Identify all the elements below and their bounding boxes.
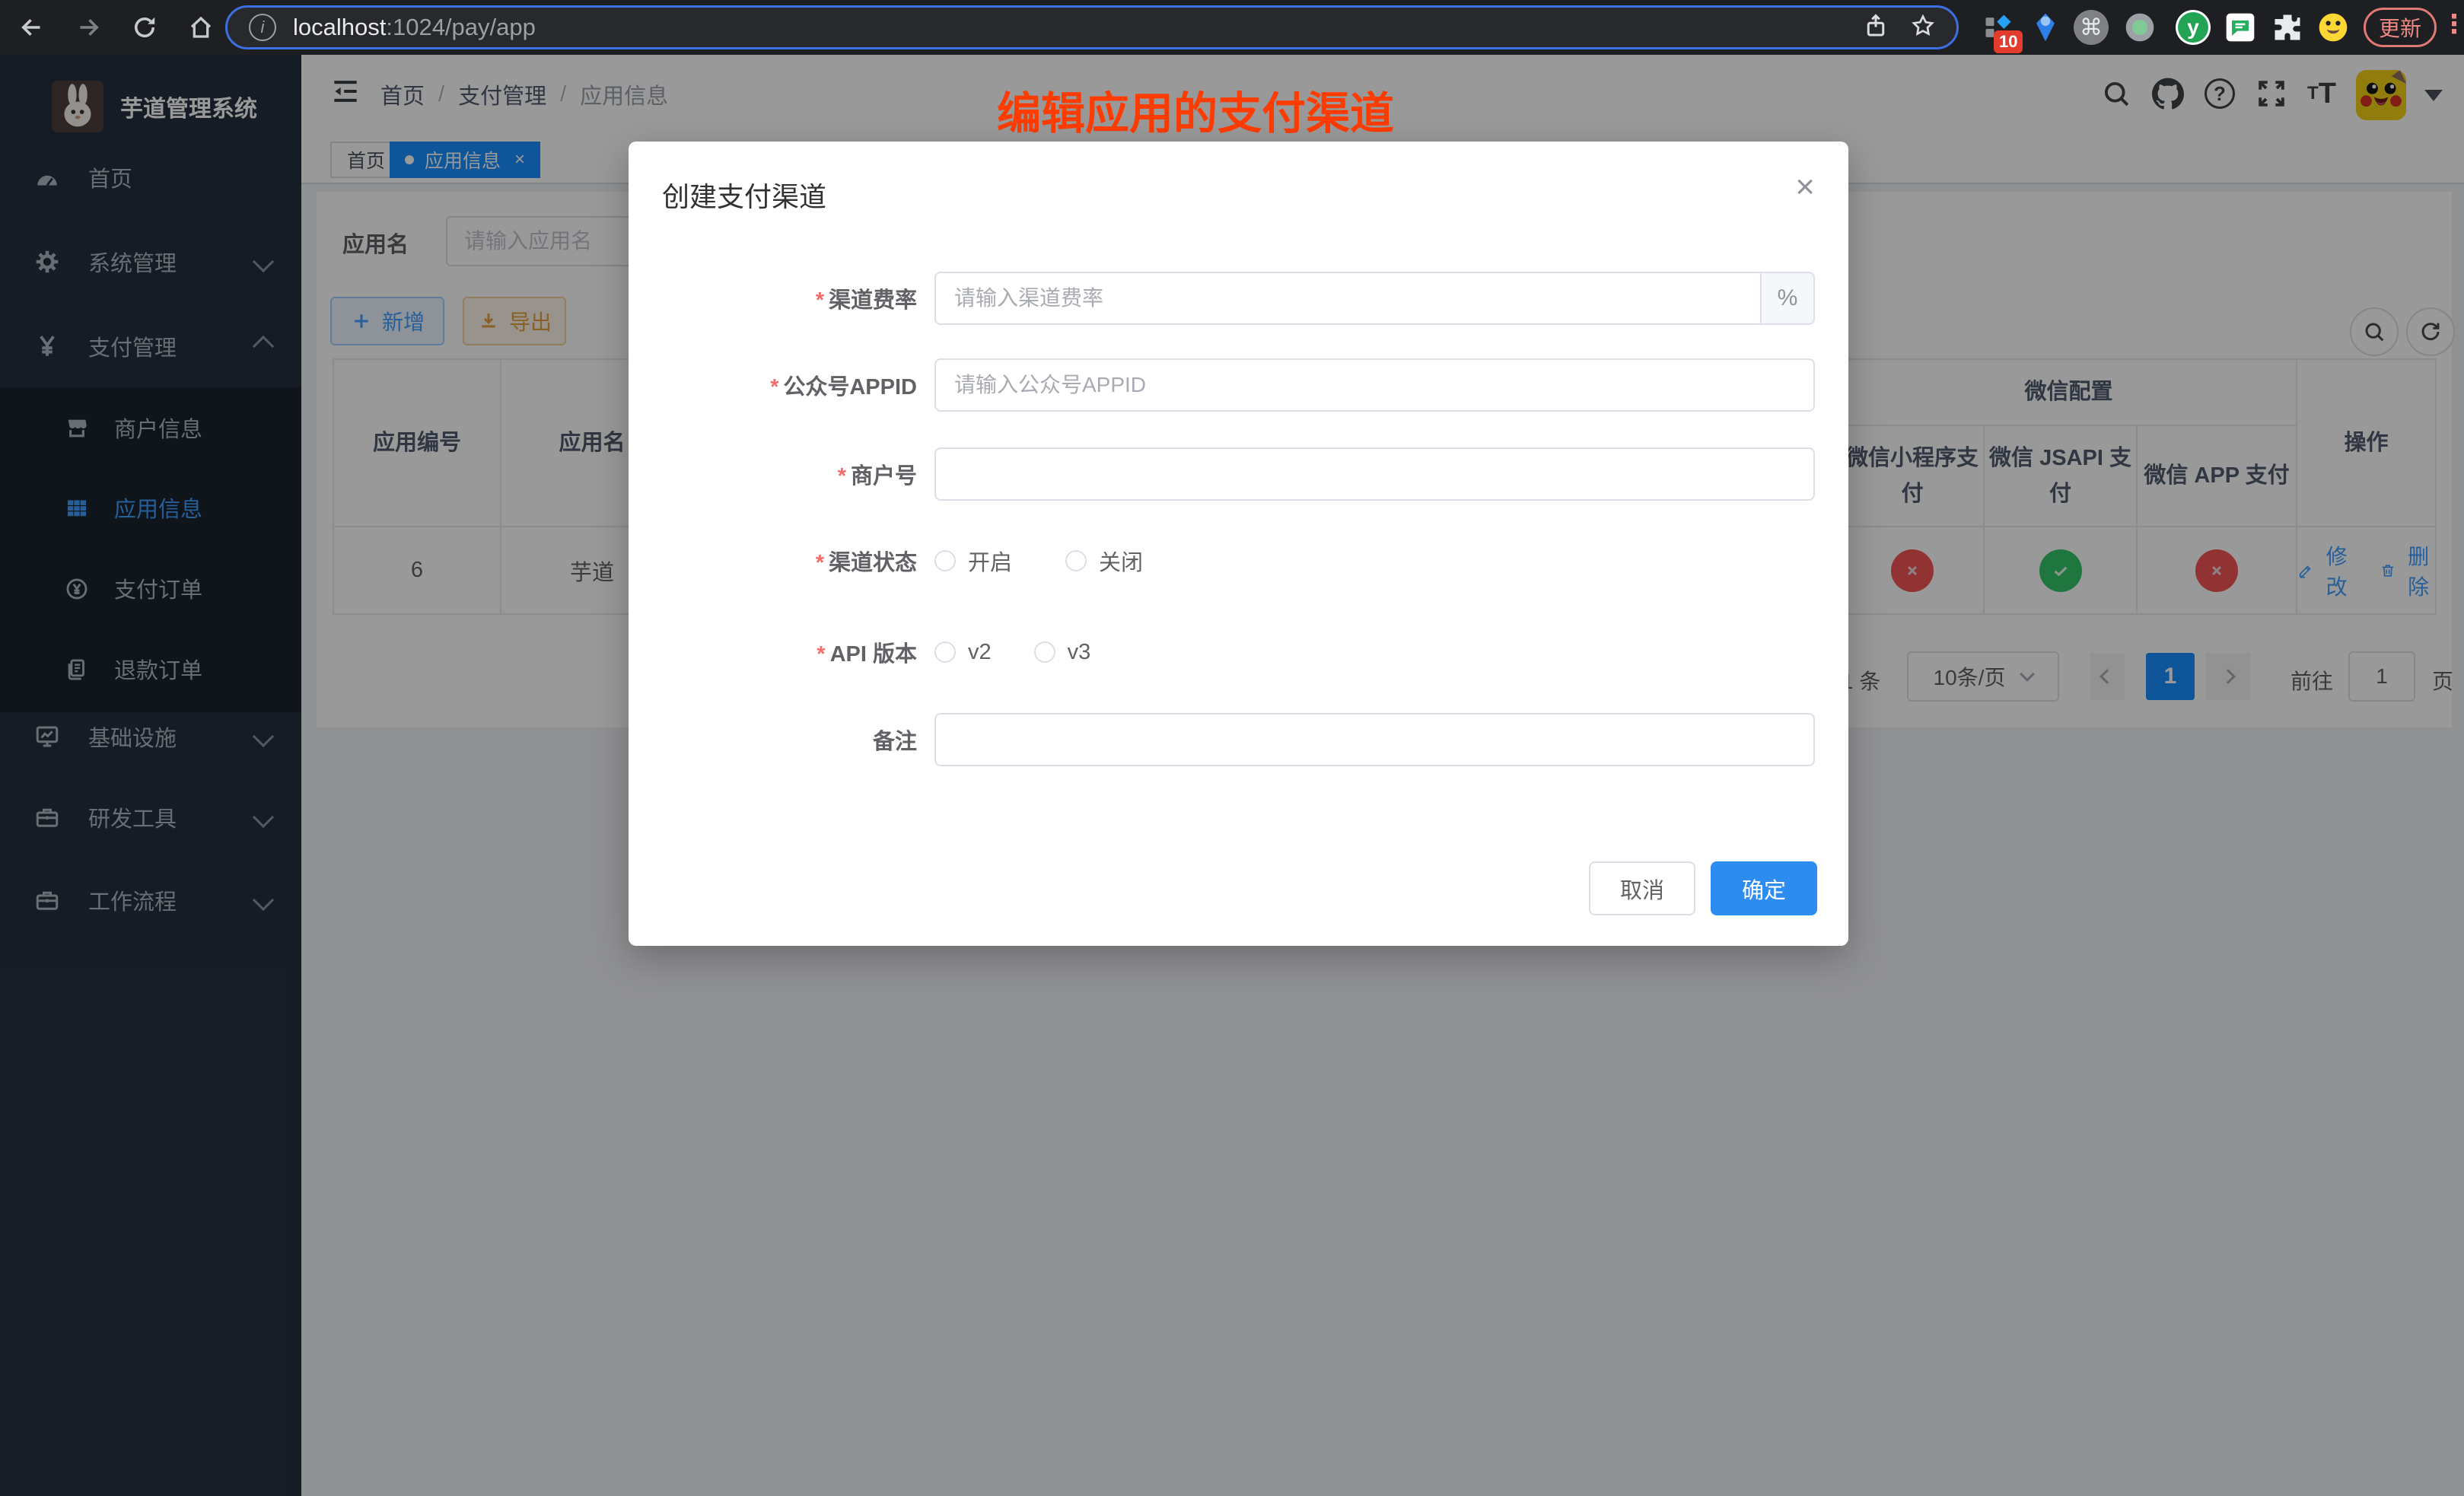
radio-api-v2[interactable]: v2 <box>934 640 992 665</box>
extension-chat-icon[interactable] <box>2220 8 2260 47</box>
browser-chrome: i localhost:1024/pay/app 10 ⌘ y <box>0 0 2464 55</box>
url-text: localhost:1024/pay/app <box>293 14 536 41</box>
radio-icon <box>934 550 956 571</box>
radio-icon <box>1034 641 1055 663</box>
extension-tasks-icon[interactable]: 10 <box>1979 8 2018 47</box>
form-row-rate: *渠道费率 % <box>662 272 1815 325</box>
annotation-text: 编辑应用的支付渠道 <box>997 78 1394 142</box>
extension-emoji-avatar-icon[interactable] <box>2313 8 2353 47</box>
browser-forward-icon[interactable] <box>67 6 110 49</box>
bookmark-star-icon[interactable] <box>1909 12 1937 43</box>
browser-update-button[interactable]: 更新 <box>2364 8 2437 47</box>
form-row-api-version: *API 版本 v2 v3 <box>662 625 1815 679</box>
dialog-title: 创建支付渠道 <box>662 175 826 215</box>
browser-menu-icon[interactable]: ⋮ <box>2441 9 2464 40</box>
radio-icon <box>1065 550 1087 571</box>
radio-api-v3[interactable]: v3 <box>1034 640 1091 665</box>
cancel-button[interactable]: 取消 <box>1589 861 1695 915</box>
form-row-remark: 备注 <box>662 713 1815 766</box>
confirm-button[interactable]: 确定 <box>1711 861 1817 915</box>
form-row-status: *渠道状态 开启 关闭 <box>662 534 1815 587</box>
create-pay-channel-dialog: 创建支付渠道 × *渠道费率 % *公众号APPID *商户号 *渠道状态 <box>629 142 1848 946</box>
browser-reload-icon[interactable] <box>123 6 166 49</box>
extension-record-icon[interactable] <box>2120 8 2160 47</box>
extension-badge: 10 <box>1994 30 2023 53</box>
browser-back-icon[interactable] <box>11 6 53 49</box>
extension-command-icon[interactable]: ⌘ <box>2071 8 2111 47</box>
radio-status-closed[interactable]: 关闭 <box>1065 545 1143 577</box>
url-bar[interactable]: i localhost:1024/pay/app <box>225 5 1959 49</box>
browser-home-icon[interactable] <box>180 6 222 49</box>
extension-puzzle-icon[interactable] <box>2268 8 2307 47</box>
remark-input[interactable] <box>934 713 1815 766</box>
form-row-appid: *公众号APPID <box>662 358 1815 412</box>
official-account-appid-input[interactable] <box>934 358 1815 412</box>
share-icon[interactable] <box>1862 12 1889 43</box>
form-row-merchant: *商户号 <box>662 447 1815 501</box>
channel-rate-input[interactable] <box>934 272 1762 325</box>
percent-suffix: % <box>1762 272 1815 325</box>
site-info-icon[interactable]: i <box>249 14 276 41</box>
screen: i localhost:1024/pay/app 10 ⌘ y <box>0 0 2464 1496</box>
dialog-footer: 取消 确定 <box>629 861 1848 915</box>
radio-icon <box>934 641 956 663</box>
merchant-id-input[interactable] <box>934 447 1815 501</box>
extension-y-icon[interactable]: y <box>2173 8 2213 47</box>
extension-balloon-icon[interactable] <box>2026 8 2065 47</box>
radio-status-open[interactable]: 开启 <box>934 545 1012 577</box>
dialog-close-icon[interactable]: × <box>1795 170 1815 204</box>
